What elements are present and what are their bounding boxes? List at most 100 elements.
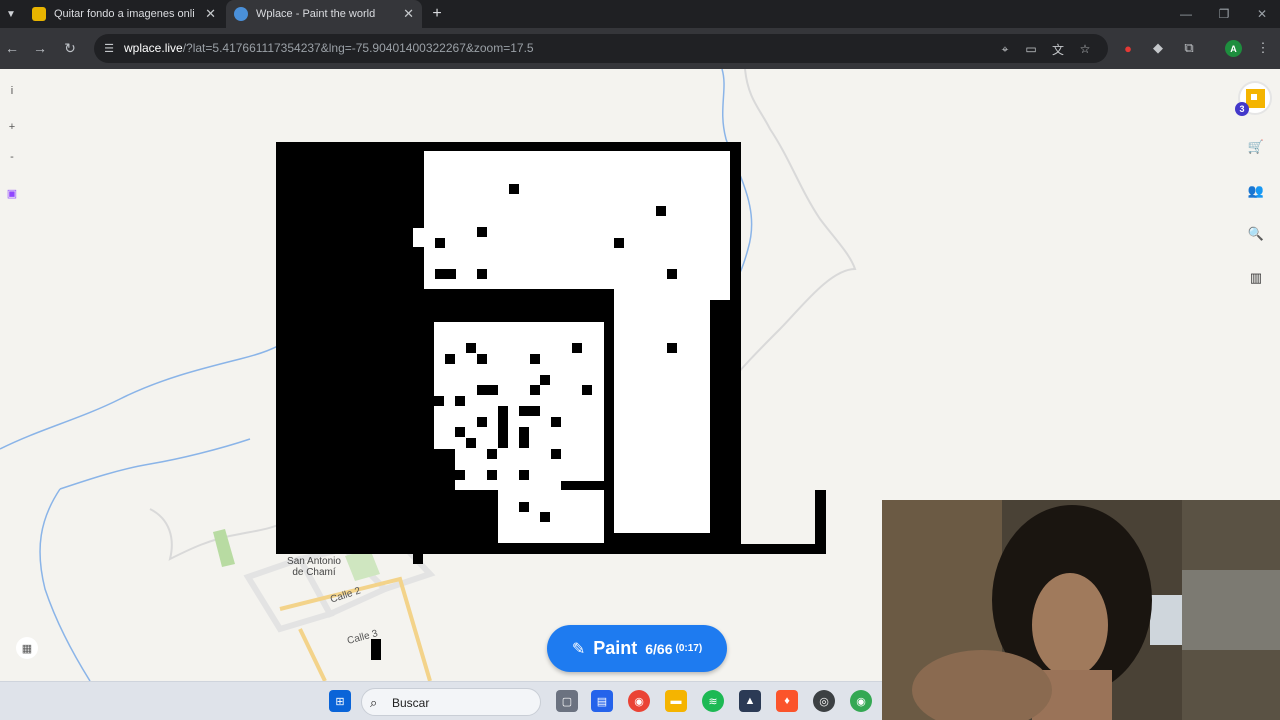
site-info-icon[interactable]: ☰	[102, 41, 116, 55]
spotify-icon[interactable]: ≋	[702, 690, 724, 712]
tab-quitar-fondo[interactable]: Quitar fondo a imagenes online ✕	[24, 0, 224, 28]
pixel-block-white	[498, 490, 604, 543]
pixel-dot	[540, 375, 550, 385]
chrome-profile-icon[interactable]: ◉	[850, 690, 872, 712]
reload-icon[interactable]: ↻	[58, 36, 82, 60]
level-badge: 3	[1235, 102, 1249, 116]
pixel-dot	[572, 343, 582, 353]
tab-wplace[interactable]: Wplace - Paint the world ✕	[226, 0, 422, 28]
profile-avatar[interactable]: A	[1225, 40, 1242, 57]
forward-icon[interactable]: →	[28, 36, 52, 60]
pixel-dot	[509, 184, 519, 194]
pixel-dot	[477, 269, 487, 279]
tab-title: Wplace - Paint the world	[256, 8, 376, 20]
pixel-block-black	[815, 490, 826, 554]
webcam-image	[882, 500, 1280, 720]
restore-icon[interactable]: ❐	[1206, 0, 1242, 28]
tab-search-icon[interactable]: ▼	[0, 0, 22, 28]
pixel-dot	[519, 470, 529, 480]
pixel-dot	[455, 427, 465, 437]
app-icon[interactable]: ▲	[739, 690, 761, 712]
browser-toolbar: ← → ↻ ☰ wplace.live/?lat=5.4176611173542…	[0, 28, 1280, 69]
pixel-dot	[477, 385, 498, 395]
back-icon[interactable]: ←	[0, 36, 24, 60]
pixel-dot	[656, 206, 666, 216]
town-label: San Antonio de Chamí	[287, 556, 341, 578]
location-icon[interactable]: ⌖	[996, 40, 1014, 58]
tab-title: Quitar fondo a imagenes online	[54, 8, 194, 20]
twitch-icon[interactable]: ▣	[4, 185, 20, 201]
pixel-dot	[413, 554, 423, 564]
pixel-dot	[477, 354, 487, 364]
pixel-dot	[519, 427, 529, 448]
obs-icon[interactable]: ◎	[813, 690, 835, 712]
close-tab-icon[interactable]: ✕	[403, 6, 414, 22]
chrome-icon[interactable]: ◉	[628, 690, 650, 712]
extension-diamond-icon[interactable]: ◆	[1147, 37, 1169, 59]
pixel-dot	[435, 269, 456, 279]
pixel-block-white	[614, 289, 730, 300]
new-tab-button[interactable]: +	[428, 0, 446, 28]
taskbar-search-text: Buscar	[392, 696, 430, 710]
pixel-dot	[487, 470, 497, 480]
brave-icon[interactable]: ♦	[776, 690, 798, 712]
alliance-users-icon[interactable]: 👥	[1243, 178, 1269, 204]
pixel-dot	[530, 354, 540, 364]
pixel-dot	[667, 343, 677, 353]
search-location-icon[interactable]: 🔍	[1243, 221, 1269, 247]
extension-red-icon[interactable]: ●	[1117, 37, 1139, 59]
info-button[interactable]: i	[4, 83, 20, 99]
pixel-dot	[551, 417, 561, 427]
zoom-in-button[interactable]: +	[4, 119, 20, 135]
file-explorer-icon[interactable]: ▬	[665, 690, 687, 712]
close-tab-icon[interactable]: ✕	[205, 6, 216, 22]
pixel-block-white	[424, 151, 730, 289]
zoom-out-button[interactable]: -	[4, 149, 20, 165]
pixel-block-black	[741, 544, 826, 554]
pixel-dot	[519, 502, 529, 512]
pixel-dot	[498, 406, 508, 448]
task-view-icon[interactable]: ▢	[556, 690, 578, 712]
close-window-icon[interactable]: ✕	[1244, 0, 1280, 28]
pixel-dot	[487, 449, 497, 459]
pixel-dot	[614, 238, 624, 248]
pixel-art	[276, 142, 826, 660]
pixel-dot	[434, 449, 455, 470]
taskbar-search-box[interactable]: ⌕ Buscar	[361, 688, 541, 716]
paint-timer: (0:17)	[675, 643, 703, 654]
pixel-dot	[445, 354, 455, 364]
paint-button[interactable]: ✎ Paint 6/66 (0:17)	[547, 625, 727, 672]
store-cart-icon[interactable]: 🛒	[1243, 134, 1269, 160]
pixel-dot	[561, 481, 604, 490]
pixel-dot	[477, 227, 487, 237]
search-icon: ⌕	[370, 695, 378, 710]
globe-favicon-icon	[234, 7, 248, 21]
pixel-dot	[466, 438, 476, 448]
extensions-puzzle-icon[interactable]: ⧉	[1178, 37, 1200, 59]
translate-icon[interactable]: 文	[1049, 40, 1067, 58]
pixel-dot	[466, 343, 476, 353]
paint-charges: 6/66	[645, 640, 673, 657]
pixel-dot	[519, 406, 540, 416]
url-text[interactable]: wplace.live/?lat=5.417661117354237&lng=-…	[124, 41, 534, 55]
map-style-icon[interactable]: ▦	[16, 637, 38, 659]
store-icon[interactable]: ▤	[591, 690, 613, 712]
pixel-dot	[540, 512, 550, 522]
brush-icon: ✎	[571, 640, 586, 658]
more-menu-icon[interactable]: ⋮	[1252, 37, 1274, 59]
pixel-dot	[371, 639, 381, 660]
pixel-dot	[551, 449, 561, 459]
pixel-dot	[435, 238, 445, 248]
address-bar[interactable]: ☰ wplace.live/?lat=5.417661117354237&lng…	[94, 34, 1108, 63]
minimize-icon[interactable]: —	[1168, 0, 1204, 28]
bookmark-star-icon[interactable]: ☆	[1076, 40, 1094, 58]
paint-label: Paint	[593, 638, 638, 658]
pixel-dot	[530, 385, 540, 395]
windows-start-icon[interactable]: ⊞	[329, 690, 351, 712]
browser-tab-strip: ▼ Quitar fondo a imagenes online ✕ Wplac…	[0, 0, 1280, 28]
cast-icon[interactable]: ▭	[1022, 40, 1040, 58]
pixel-block-white	[614, 300, 710, 533]
leaderboard-icon[interactable]: ▥	[1243, 265, 1269, 291]
pixel-dot	[434, 396, 444, 406]
pixel-dot	[477, 417, 487, 427]
